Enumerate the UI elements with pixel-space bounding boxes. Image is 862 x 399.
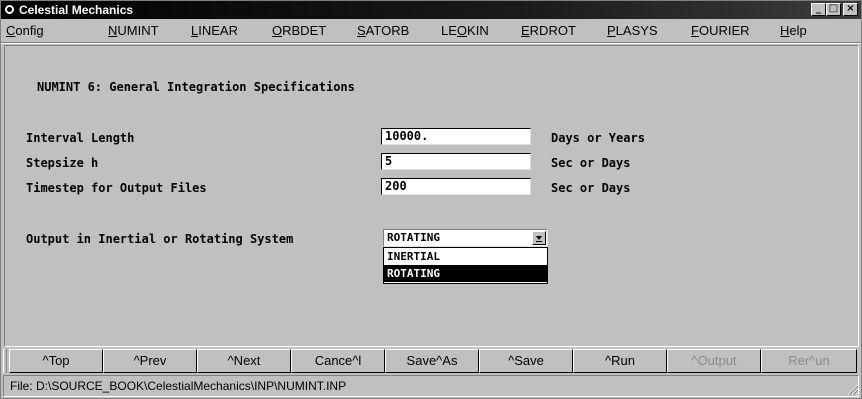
toolbar-grip[interactable] [3, 349, 7, 373]
menu-plasys[interactable]: PLASYS [607, 23, 658, 38]
timestep-label: Timestep for Output Files [26, 181, 207, 195]
menu-bar: Config NUMINT LINEAR ORBDET SATORB LEOKI… [1, 19, 861, 41]
minimize-button[interactable]: _ [811, 3, 826, 16]
save-as-button[interactable]: Save^As [385, 349, 479, 373]
resize-grip-icon[interactable] [847, 384, 859, 396]
interval-length-unit: Days or Years [551, 131, 645, 145]
option-rotating[interactable]: ROTATING [384, 265, 547, 282]
system-dropdown-list: INERTIAL ROTATING [383, 247, 548, 284]
app-icon[interactable] [4, 4, 15, 15]
prev-button[interactable]: ^Prev [103, 349, 197, 373]
interval-length-input[interactable]: 10000. [381, 128, 531, 145]
stepsize-input[interactable]: 5 [381, 153, 531, 170]
system-select[interactable]: ROTATING [383, 229, 548, 247]
menu-divider [1, 42, 861, 44]
button-bar: ^Top ^Prev ^Next Cance^l Save^As ^Save ^… [9, 349, 861, 373]
title-bar: Celestial Mechanics _ □ × [1, 1, 861, 19]
cancel-button[interactable]: Cance^l [291, 349, 385, 373]
run-button[interactable]: ^Run [573, 349, 667, 373]
menu-leokin[interactable]: LEOKIN [441, 23, 489, 38]
system-select-value: ROTATING [387, 231, 440, 244]
menu-numint[interactable]: NUMINT [108, 23, 159, 38]
menu-linear[interactable]: LINEAR [191, 23, 238, 38]
close-button[interactable]: × [843, 3, 858, 16]
status-bar: File: D:\SOURCE_BOOK\CelestialMechanics\… [3, 375, 859, 397]
menu-orbdet[interactable]: ORBDET [272, 23, 326, 38]
output-button[interactable]: ^Output [667, 349, 761, 373]
next-button[interactable]: ^Next [197, 349, 291, 373]
option-inertial[interactable]: INERTIAL [384, 248, 547, 265]
chevron-down-icon[interactable] [532, 231, 546, 245]
save-button[interactable]: ^Save [479, 349, 573, 373]
menu-erdrot[interactable]: ERDROT [521, 23, 576, 38]
top-button[interactable]: ^Top [9, 349, 103, 373]
window-title: Celestial Mechanics [19, 3, 134, 17]
menu-fourier[interactable]: FOURIER [691, 23, 750, 38]
menu-satorb[interactable]: SATORB [357, 23, 409, 38]
stepsize-unit: Sec or Days [551, 156, 631, 170]
menu-help[interactable]: Help [780, 23, 807, 38]
timestep-input[interactable]: 200 [381, 178, 531, 195]
menu-config[interactable]: Config [6, 23, 44, 38]
system-label: Output in Inertial or Rotating System [26, 232, 294, 246]
stepsize-label: Stepsize h [26, 156, 99, 170]
maximize-button[interactable]: □ [826, 3, 841, 16]
timestep-unit: Sec or Days [551, 181, 631, 195]
rerun-button[interactable]: Rer^un [761, 349, 857, 373]
app-window: Celestial Mechanics _ □ × Config NUMINT … [0, 0, 862, 399]
interval-length-label: Interval Length [26, 131, 135, 145]
status-file-path: File: D:\SOURCE_BOOK\CelestialMechanics\… [10, 379, 347, 393]
form-heading: NUMINT 6: General Integration Specificat… [37, 80, 355, 94]
